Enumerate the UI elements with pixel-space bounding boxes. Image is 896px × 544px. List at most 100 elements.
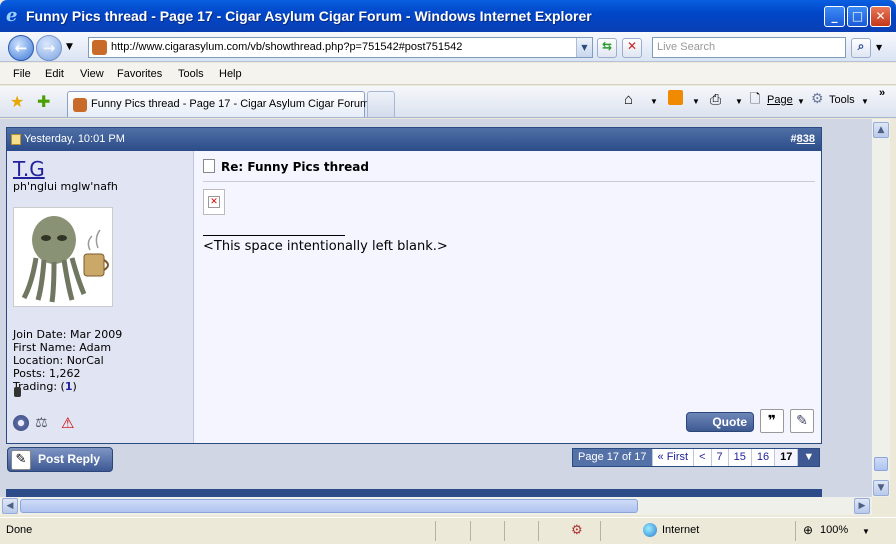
- quick-reply-icon[interactable]: ✎: [790, 409, 814, 433]
- toolbar-overflow-icon[interactable]: »: [879, 87, 885, 99]
- add-favorites-icon[interactable]: ✚: [37, 92, 50, 111]
- title-divider: [203, 181, 815, 182]
- page-label: Page 17 of 17: [573, 449, 653, 466]
- minimize-button[interactable]: _: [824, 6, 845, 27]
- post-number[interactable]: #838: [791, 133, 815, 145]
- cthulhu-avatar-icon: [21, 216, 109, 303]
- status-divider: [538, 521, 539, 541]
- trading-close: ): [72, 380, 77, 393]
- page-current: 17: [775, 449, 799, 466]
- scroll-up-icon[interactable]: ▲: [873, 122, 889, 138]
- tools-dropdown-icon[interactable]: ▼: [861, 97, 869, 106]
- multiquote-icon[interactable]: ❞: [760, 409, 784, 433]
- page-menu[interactable]: Page: [767, 94, 793, 106]
- quote-button[interactable]: Quote: [686, 412, 754, 432]
- zoom-level[interactable]: 100%: [820, 524, 848, 536]
- horizontal-scrollbar[interactable]: ◀ ▶: [0, 497, 872, 515]
- vertical-scrollbar[interactable]: ▲ ▼: [872, 119, 890, 497]
- trading-link[interactable]: 1: [65, 380, 73, 393]
- post-count: Posts: 1,262: [13, 367, 81, 380]
- search-options-icon[interactable]: ▼: [876, 43, 882, 52]
- history-dropdown-icon[interactable]: ▼: [66, 42, 73, 52]
- report-warning-icon[interactable]: ⚠: [61, 415, 77, 431]
- user-info-pane: T.G ph'nglui mglw'nafh Join Date: Mar 20…: [7, 151, 194, 443]
- menu-tools[interactable]: Tools: [178, 68, 204, 80]
- new-tab-button[interactable]: [367, 91, 395, 117]
- maximize-button[interactable]: □: [847, 6, 868, 27]
- post-number-link[interactable]: 838: [797, 133, 815, 145]
- menu-favorites[interactable]: Favorites: [117, 68, 162, 80]
- horizontal-scroll-thumb[interactable]: [20, 499, 638, 513]
- security-zone[interactable]: Internet: [662, 524, 699, 536]
- page-link-16[interactable]: 16: [752, 449, 776, 466]
- menu-help[interactable]: Help: [219, 68, 242, 80]
- search-input[interactable]: Live Search: [652, 37, 846, 58]
- scroll-right-icon[interactable]: ▶: [854, 498, 870, 514]
- favorites-star-icon[interactable]: ★: [10, 92, 24, 111]
- status-divider: [435, 521, 436, 541]
- tab-label: Funny Pics thread - Page 17 - Cigar Asyl…: [91, 98, 370, 110]
- page-dropdown-icon[interactable]: ▼: [797, 97, 805, 106]
- address-bar[interactable]: http://www.cigarasylum.com/vb/showthread…: [88, 37, 593, 58]
- post-document-icon: [203, 159, 215, 173]
- page-content: Yesterday, 10:01 PM #838 T.G ph'nglui mg…: [0, 119, 872, 497]
- vertical-scroll-thumb[interactable]: [874, 457, 888, 471]
- ie-logo-icon: e: [6, 5, 18, 26]
- menu-view[interactable]: View: [80, 68, 104, 80]
- post-reply-icon: ✎: [11, 450, 31, 470]
- first-name: First Name: Adam: [13, 341, 112, 354]
- menu-file[interactable]: File: [13, 68, 31, 80]
- refresh-button[interactable]: ⇆: [597, 38, 617, 58]
- reputation-icon: [14, 387, 21, 397]
- forward-button[interactable]: →: [36, 35, 62, 61]
- page-link-7[interactable]: 7: [712, 449, 729, 466]
- page-menu-dropdown-icon[interactable]: ▼: [798, 449, 820, 466]
- address-dropdown-icon[interactable]: ▼: [576, 38, 592, 57]
- home-dropdown-icon[interactable]: ▼: [650, 97, 658, 106]
- signature-text: <This space intentionally left blank.>: [203, 239, 448, 254]
- user-title: ph'nglui mglw'nafh: [13, 180, 118, 193]
- tab-bar: ★ ✚ Funny Pics thread - Page 17 - Cigar …: [0, 86, 896, 118]
- print-icon[interactable]: ⎙: [710, 91, 721, 108]
- feeds-dropdown-icon[interactable]: ▼: [692, 97, 700, 106]
- zoom-icon: ⊕: [803, 523, 814, 537]
- pagination: Page 17 of 17 « First < 7 15 16 17 ▼: [572, 448, 821, 467]
- close-button[interactable]: ✕: [870, 6, 891, 27]
- scroll-down-icon[interactable]: ▼: [873, 480, 889, 496]
- window-title: Funny Pics thread - Page 17 - Cigar Asyl…: [26, 8, 592, 24]
- address-toolbar: ← → ▼ http://www.cigarasylum.com/vb/show…: [0, 32, 896, 62]
- page-first-link[interactable]: « First: [653, 449, 695, 466]
- page-link-15[interactable]: 15: [729, 449, 752, 466]
- zoom-dropdown-icon[interactable]: ▼: [862, 527, 870, 536]
- join-date: Join Date: Mar 2009: [13, 328, 123, 341]
- window-titlebar: e Funny Pics thread - Page 17 - Cigar As…: [0, 0, 896, 32]
- post-header: Yesterday, 10:01 PM #838: [7, 128, 821, 151]
- home-icon[interactable]: ⌂: [624, 91, 633, 108]
- broken-image: ✕: [203, 189, 225, 215]
- tools-menu[interactable]: Tools: [829, 94, 855, 106]
- avatar[interactable]: [13, 207, 113, 307]
- status-divider: [470, 521, 471, 541]
- forum-post: Yesterday, 10:01 PM #838 T.G ph'nglui mg…: [6, 127, 822, 444]
- back-button[interactable]: ←: [8, 35, 34, 61]
- tools-gear-icon: ⚙: [811, 90, 824, 106]
- feeds-icon[interactable]: [668, 90, 683, 105]
- signature-divider: [203, 235, 345, 236]
- search-icon[interactable]: ⌕: [851, 38, 871, 58]
- menu-edit[interactable]: Edit: [45, 68, 64, 80]
- address-url[interactable]: http://www.cigarasylum.com/vb/showthread…: [111, 41, 462, 53]
- tab-active[interactable]: Funny Pics thread - Page 17 - Cigar Asyl…: [67, 91, 369, 117]
- username-link[interactable]: T.G: [13, 157, 45, 181]
- scroll-corner: [872, 497, 890, 515]
- page-prev-link[interactable]: <: [694, 449, 712, 466]
- post-title: Re: Funny Pics thread: [221, 160, 369, 174]
- privacy-icon[interactable]: ⚙: [571, 522, 583, 538]
- tab-favicon-icon: [73, 98, 87, 112]
- print-dropdown-icon[interactable]: ▼: [735, 97, 743, 106]
- internet-zone-icon: [643, 523, 657, 537]
- stop-button[interactable]: ✕: [622, 38, 642, 58]
- scale-icon[interactable]: ⚖: [35, 415, 51, 431]
- scroll-left-icon[interactable]: ◀: [2, 498, 18, 514]
- menu-bar: File Edit View Favorites Tools Help: [0, 63, 896, 85]
- post-date: Yesterday, 10:01 PM: [24, 133, 125, 145]
